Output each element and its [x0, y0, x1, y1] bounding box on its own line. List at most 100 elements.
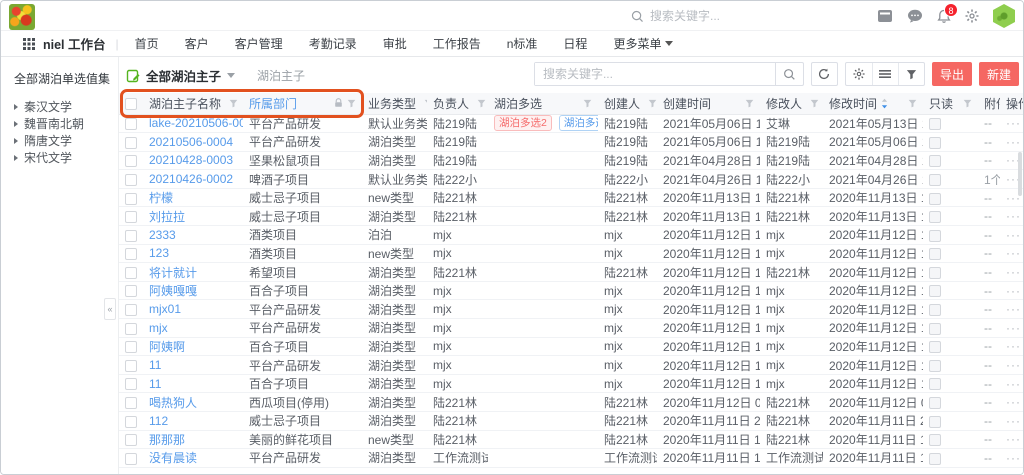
sidebar-item[interactable]: 宋代文学: [14, 149, 118, 166]
row-checkbox[interactable]: [125, 416, 137, 428]
row-checkbox[interactable]: [125, 267, 137, 279]
record-link[interactable]: 112: [149, 414, 168, 428]
record-link[interactable]: mjx: [149, 321, 168, 335]
row-actions-button[interactable]: ···: [1006, 246, 1021, 260]
sidebar-item[interactable]: 秦汉文学: [14, 98, 118, 115]
row-actions-button[interactable]: ···: [1006, 377, 1021, 391]
record-link[interactable]: mjx01: [149, 302, 181, 316]
row-actions-button[interactable]: ···: [1006, 414, 1021, 428]
row-actions-button[interactable]: ···: [1006, 228, 1021, 242]
filter-icon[interactable]: [648, 99, 657, 108]
chevron-down-icon[interactable]: [227, 73, 235, 82]
filter-icon[interactable]: [908, 99, 917, 108]
create-button[interactable]: 新建: [979, 62, 1019, 86]
table-search-input[interactable]: [535, 63, 775, 85]
row-checkbox[interactable]: [125, 174, 137, 186]
gear-icon[interactable]: [846, 63, 872, 85]
export-button[interactable]: 导出: [932, 62, 972, 86]
row-checkbox[interactable]: [125, 434, 137, 446]
apps-grid-icon[interactable]: [23, 38, 35, 50]
row-actions-button[interactable]: ···: [1006, 339, 1021, 353]
row-checkbox[interactable]: [125, 453, 137, 465]
row-actions-button[interactable]: ···: [1006, 432, 1021, 446]
workspace-title[interactable]: niel 工作台: [43, 34, 106, 53]
view-selector[interactable]: 全部湖泊主子: [146, 66, 221, 85]
row-checkbox[interactable]: [125, 230, 137, 242]
avatar[interactable]: [993, 4, 1015, 28]
filter-icon[interactable]: [963, 99, 972, 108]
row-checkbox[interactable]: [125, 378, 137, 390]
row-checkbox[interactable]: [125, 285, 137, 297]
nav-item[interactable]: n标准: [507, 35, 538, 52]
record-link[interactable]: 柠檬: [149, 191, 173, 205]
record-link[interactable]: 阿姨啊: [149, 340, 185, 354]
filter-icon[interactable]: [229, 99, 238, 108]
row-actions-button[interactable]: ···: [1006, 358, 1021, 372]
gear-icon[interactable]: [965, 9, 979, 23]
nav-item[interactable]: 客户管理: [235, 35, 283, 52]
nav-item[interactable]: 首页: [135, 35, 159, 52]
record-link[interactable]: 20210428-0003: [149, 153, 233, 167]
filter-icon[interactable]: [583, 99, 592, 108]
tree-arrow-icon[interactable]: [14, 138, 18, 144]
refresh-button[interactable]: [811, 62, 838, 86]
record-link[interactable]: 阿姨嘎嘎: [149, 284, 197, 298]
record-link[interactable]: 20210506-0004: [149, 135, 233, 149]
nav-item[interactable]: 工作报告: [433, 35, 481, 52]
record-link[interactable]: 11: [149, 358, 161, 372]
row-actions-button[interactable]: ···: [1006, 116, 1021, 130]
global-search-input[interactable]: [650, 9, 810, 23]
row-actions-button[interactable]: ···: [1006, 395, 1021, 409]
app-logo[interactable]: [9, 4, 35, 30]
nav-item[interactable]: 客户: [185, 35, 209, 52]
row-checkbox[interactable]: [125, 397, 137, 409]
tree-arrow-icon[interactable]: [14, 155, 18, 161]
row-checkbox[interactable]: [125, 323, 137, 335]
filter-icon[interactable]: [810, 99, 819, 108]
record-link[interactable]: 2333: [149, 228, 176, 242]
record-link[interactable]: 123: [149, 246, 169, 260]
sidebar-item[interactable]: 魏晋南北朝: [14, 115, 118, 132]
row-checkbox[interactable]: [125, 193, 137, 205]
tree-arrow-icon[interactable]: [14, 121, 18, 127]
record-link[interactable]: 刘拉拉: [149, 210, 185, 224]
nav-item[interactable]: 考勤记录: [309, 35, 357, 52]
record-link[interactable]: 将计就计: [149, 266, 197, 280]
filter-icon[interactable]: [477, 99, 486, 108]
row-checkbox[interactable]: [125, 341, 137, 353]
record-link[interactable]: lake-20210506-0005: [149, 116, 243, 130]
record-link[interactable]: 喝热狗人: [149, 396, 197, 410]
calendar-card-icon[interactable]: [877, 9, 893, 23]
row-actions-button[interactable]: ···: [1006, 135, 1021, 149]
tree-arrow-icon[interactable]: [14, 104, 18, 110]
row-checkbox[interactable]: [125, 248, 137, 260]
row-checkbox[interactable]: [125, 211, 137, 223]
search-icon[interactable]: [775, 63, 803, 85]
notifications[interactable]: 8: [937, 9, 951, 24]
row-actions-button[interactable]: ···: [1006, 451, 1021, 465]
record-link[interactable]: 没有晨读: [149, 451, 197, 465]
nav-item[interactable]: 日程: [563, 35, 587, 52]
row-checkbox[interactable]: [125, 360, 137, 372]
row-checkbox[interactable]: [125, 304, 137, 316]
filter-icon[interactable]: [745, 99, 754, 108]
row-actions-button[interactable]: ···: [1006, 209, 1021, 223]
row-actions-button[interactable]: ···: [1006, 302, 1021, 316]
nav-more-menu[interactable]: 更多菜单: [613, 35, 673, 52]
select-all-checkbox[interactable]: [125, 98, 137, 110]
row-checkbox[interactable]: [125, 155, 137, 167]
nav-item[interactable]: 审批: [383, 35, 407, 52]
row-actions-button[interactable]: ···: [1006, 284, 1021, 298]
scrollbar-thumb[interactable]: [1018, 152, 1022, 196]
global-search[interactable]: [631, 6, 831, 26]
row-actions-button[interactable]: ···: [1006, 321, 1021, 335]
sort-icon[interactable]: [881, 98, 888, 109]
sidebar-collapse-handle[interactable]: «: [104, 298, 116, 320]
sidebar-item[interactable]: 隋唐文学: [14, 132, 118, 149]
filter-icon[interactable]: [347, 99, 356, 108]
chat-icon[interactable]: [907, 9, 923, 23]
row-actions-button[interactable]: ···: [1006, 265, 1021, 279]
record-link[interactable]: 11: [149, 377, 161, 391]
row-density-icon[interactable]: [872, 63, 898, 85]
record-link[interactable]: 那那那: [149, 433, 185, 447]
